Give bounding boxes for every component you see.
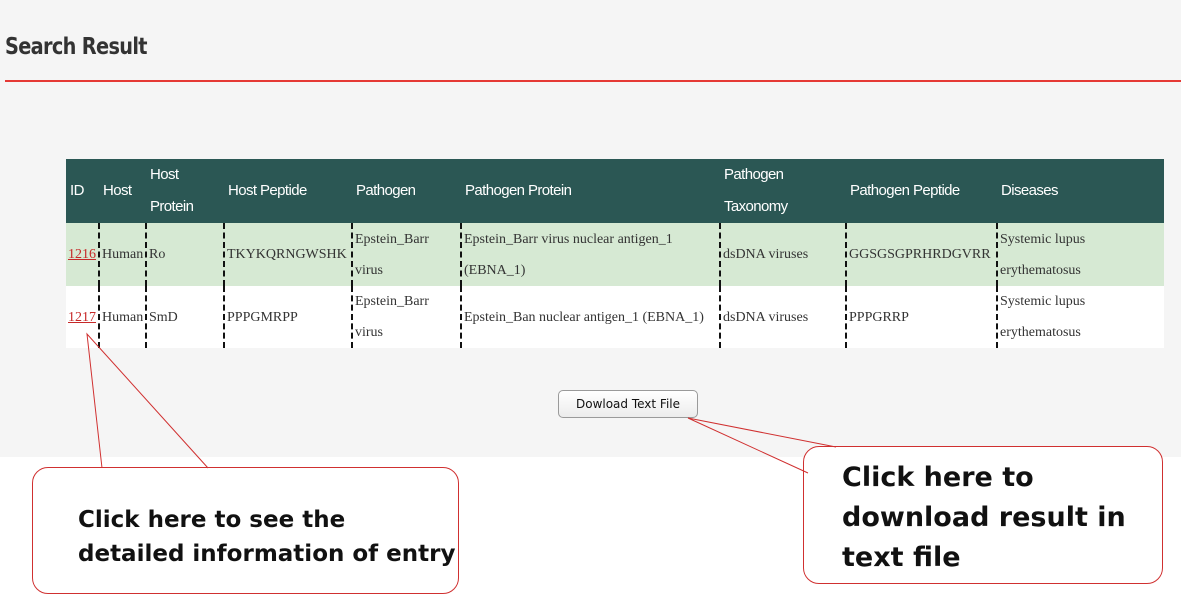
cell-pathogen-peptide: GGSGSGPRHRDGVRR xyxy=(845,223,997,286)
cell-host-protein: SmD xyxy=(145,286,224,348)
title-divider xyxy=(5,80,1181,82)
table-header-row: ID Host Host Protein Host Peptide Pathog… xyxy=(66,159,1164,223)
callout-download-text: Click here to download result in text fi… xyxy=(842,462,1126,573)
cell-pathogen-taxonomy: dsDNA viruses xyxy=(719,286,846,348)
callout-entry-details-text: Click here to see the detailed informati… xyxy=(78,507,456,567)
download-text-file-button[interactable]: Dowload Text File xyxy=(558,390,698,418)
entry-id-link[interactable]: 1216 xyxy=(68,247,96,262)
cell-id: 1217 xyxy=(66,286,99,348)
cell-host: Human xyxy=(98,223,146,286)
cell-host-peptide: TKYKQRNGWSHK xyxy=(223,223,352,286)
column-header-pathogen: Pathogen xyxy=(352,159,461,223)
cell-pathogen-protein: Epstein_Barr virus nuclear antigen_1 (EB… xyxy=(460,223,720,286)
cell-pathogen: Epstein_Barr virus xyxy=(351,286,461,348)
column-header-host-peptide: Host Peptide xyxy=(224,159,352,223)
column-header-id: ID xyxy=(66,159,99,223)
column-header-host: Host xyxy=(99,159,146,223)
table-row: 1217 Human SmD PPPGMRPP Epstein_Barr vir… xyxy=(66,286,1164,348)
cell-pathogen-peptide: PPPGRRP xyxy=(845,286,997,348)
callout-download: Click here to download result in text fi… xyxy=(803,446,1163,584)
table-row: 1216 Human Ro TKYKQRNGWSHK Epstein_Barr … xyxy=(66,223,1164,286)
column-header-pathogen-protein: Pathogen Protein xyxy=(461,159,720,223)
column-header-pathogen-peptide: Pathogen Peptide xyxy=(846,159,997,223)
cell-diseases: Systemic lupus erythematosus xyxy=(996,286,1164,348)
cell-id: 1216 xyxy=(66,223,99,286)
cell-diseases: Systemic lupus erythematosus xyxy=(996,223,1164,286)
results-table: ID Host Host Protein Host Peptide Pathog… xyxy=(66,159,1164,348)
cell-pathogen-taxonomy: dsDNA viruses xyxy=(719,223,846,286)
column-header-pathogen-taxonomy: Pathogen Taxonomy xyxy=(720,159,846,223)
entry-id-link[interactable]: 1217 xyxy=(68,310,96,325)
cell-pathogen: Epstein_Barr virus xyxy=(351,223,461,286)
cell-host-peptide: PPPGMRPP xyxy=(223,286,352,348)
cell-host-protein: Ro xyxy=(145,223,224,286)
page-title: Search Result xyxy=(5,34,148,60)
callout-entry-details: Click here to see the detailed informati… xyxy=(32,467,459,594)
column-header-diseases: Diseases xyxy=(997,159,1164,223)
cell-pathogen-protein: Epstein_Ban nuclear antigen_1 (EBNA_1) xyxy=(460,286,720,348)
column-header-host-protein: Host Protein xyxy=(146,159,224,223)
cell-host: Human xyxy=(98,286,146,348)
